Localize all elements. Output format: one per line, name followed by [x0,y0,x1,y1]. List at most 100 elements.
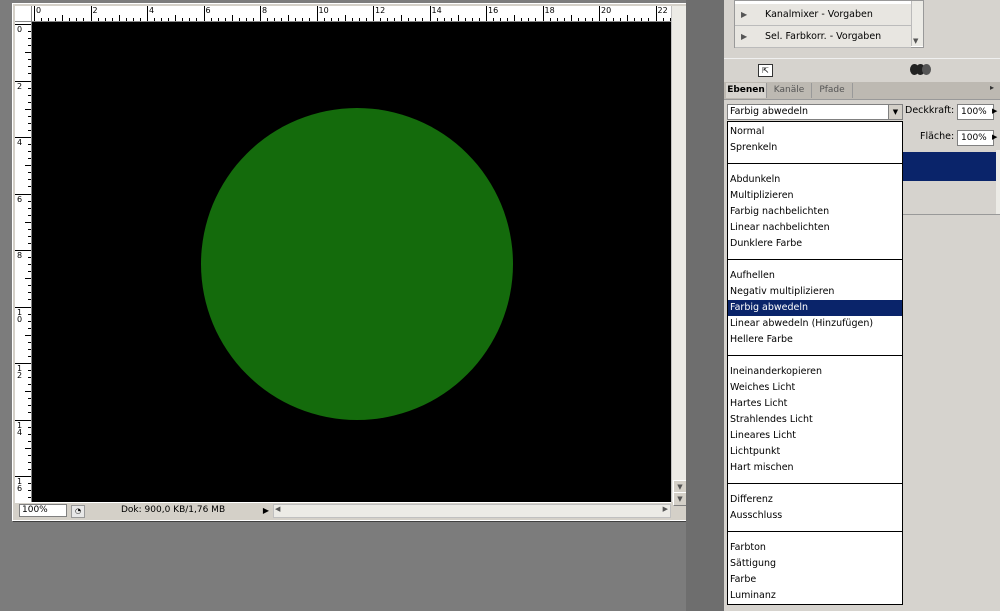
menu-separator [728,163,902,164]
opacity-slider-arrow-icon[interactable]: ▶ [992,104,1000,118]
ruler-minor-tick [606,18,608,21]
blend-mode-option[interactable]: Farbig nachbelichten [728,204,902,220]
chevron-down-icon[interactable]: ▼ [888,105,902,119]
ruler-minor-tick [132,18,134,21]
ruler-minor-tick [28,497,31,499]
blend-mode-option[interactable]: Differenz [728,492,902,508]
tab-kanaele[interactable]: Kanäle [767,83,812,98]
ruler-minor-tick [436,18,438,21]
ruler-minor-tick [196,18,198,21]
ruler-minor-tick [577,18,579,21]
ruler-minor-tick [76,18,78,21]
triangle-right-icon[interactable]: ▶ [741,10,747,19]
scroll-down-icon[interactable]: ▼ [913,37,918,45]
ruler-origin[interactable] [15,6,32,22]
blend-mode-option[interactable]: Farbton [728,540,902,556]
ruler-label: 0 [36,6,42,15]
scroll-right-icon[interactable]: ▶ [663,505,668,513]
vertical-ruler[interactable]: 0 2 4 6 8 10 12 14 16 [15,22,32,502]
ruler-minor-tick [570,15,572,21]
ruler-minor-tick [471,18,473,21]
blend-mode-option[interactable]: Dunklere Farbe [728,236,902,252]
ruler-minor-tick [48,18,50,21]
ruler-minor-tick [478,18,480,21]
ruler-minor-tick [245,18,247,21]
ruler-label: 16 [488,6,499,15]
presets-scrollbar[interactable]: ▼ [911,1,923,46]
ruler-minor-tick [309,18,311,21]
opacity-input[interactable]: 100% [957,104,994,120]
ruler-minor-tick [549,18,551,21]
scroll-end-icon[interactable]: ▼ [673,492,687,506]
blend-mode-option[interactable]: Negativ multiplizieren [728,284,902,300]
ruler-minor-tick [161,18,163,21]
ruler-label: 4 [149,6,155,15]
ruler-minor-tick [28,186,31,188]
ruler-minor-tick [556,18,558,21]
ruler-label: 12 [375,6,386,15]
ruler-minor-tick [28,101,31,103]
scroll-left-icon[interactable]: ◀ [275,505,280,513]
blend-mode-option[interactable]: Linear abwedeln (Hinzufügen) [728,316,902,332]
blend-mode-option[interactable]: Normal [728,124,902,140]
ruler-minor-tick [28,454,31,456]
tab-pfade[interactable]: Pfade [812,83,853,98]
ruler-minor-tick [25,334,31,336]
preset-row-sel-farbkorr[interactable]: ▶ Sel. Farbkorr. - Vorgaben [735,26,911,48]
horizontal-ruler[interactable]: 0 2 4 6 8 10 12 14 16 18 20 22 [32,6,671,22]
blend-mode-option[interactable]: Hartes Licht [728,396,902,412]
zoom-input[interactable]: 100% [19,504,67,517]
ruler-minor-tick [620,18,622,21]
blend-mode-option[interactable]: Weiches Licht [728,380,902,396]
panel-menu-icon[interactable]: ▸ [990,83,994,92]
preset-row-kanalmixer[interactable]: ▶ Kanalmixer - Vorgaben [735,4,911,26]
blend-mode-option[interactable]: Lichtpunkt [728,444,902,460]
ruler-minor-tick [25,52,31,54]
blend-mode-option[interactable]: Strahlendes Licht [728,412,902,428]
blend-mode-option[interactable]: Hart mischen [728,460,902,476]
ruler-minor-tick [28,490,31,492]
ruler-minor-tick [25,278,31,280]
blend-mode-option[interactable]: Ineinanderkopieren [728,364,902,380]
layers-panel-tabs: Ebenen Kanäle Pfade ▸ [724,82,1000,100]
blend-mode-option[interactable]: Hellere Farbe [728,332,902,348]
triangle-right-icon[interactable]: ▶ [741,32,747,41]
selected-layer-row[interactable] [902,152,996,181]
ruler-minor-tick [330,18,332,21]
blend-mode-option[interactable]: Ausschluss [728,508,902,524]
status-menu-arrow-icon[interactable]: ▶ [261,505,271,516]
ruler-label: 20 [601,6,612,15]
blend-mode-option[interactable]: Multiplizieren [728,188,902,204]
tab-ebenen[interactable]: Ebenen [726,83,767,98]
blend-mode-option[interactable]: Abdunkeln [728,172,902,188]
blend-mode-option[interactable]: Aufhellen [728,268,902,284]
return-to-list-icon[interactable]: ⇱ [758,64,773,77]
visibility-toggle-icon[interactable] [910,64,931,76]
vertical-scrollbar[interactable]: ▼ ▼ [671,6,687,506]
blend-mode-option[interactable]: Sprenkeln [728,140,902,156]
horizontal-scrollbar[interactable]: ◀ ▶ [273,504,671,518]
ruler-minor-tick [528,18,530,21]
blend-mode-option[interactable]: Linear nachbelichten [728,220,902,236]
ruler-minor-tick [28,66,31,68]
fill-input[interactable]: 100% [957,130,994,146]
blend-mode-option[interactable]: Sättigung [728,556,902,572]
blend-mode-option[interactable]: Lineares Licht [728,428,902,444]
ruler-minor-tick [267,18,269,21]
ruler-minor-tick [28,151,31,153]
blend-mode-option[interactable]: Farbig abwedeln [728,300,902,316]
ruler-label: 16 [17,477,23,493]
menu-separator [728,259,902,260]
ruler-minor-tick [507,18,509,21]
status-info-icon[interactable]: ◔ [71,505,85,518]
ruler-minor-tick [394,18,396,21]
layers-scrollbar[interactable] [996,150,1000,214]
green-circle-shape[interactable] [201,108,513,420]
ruler-minor-tick [28,405,31,407]
fill-slider-arrow-icon[interactable]: ▶ [992,130,1000,144]
image-canvas[interactable] [32,22,671,502]
blend-mode-option[interactable]: Farbe [728,572,902,588]
ruler-minor-tick [25,447,31,449]
blend-mode-option[interactable]: Luminanz [728,588,902,604]
blend-mode-select[interactable]: Farbig abwedeln ▼ [727,104,903,120]
